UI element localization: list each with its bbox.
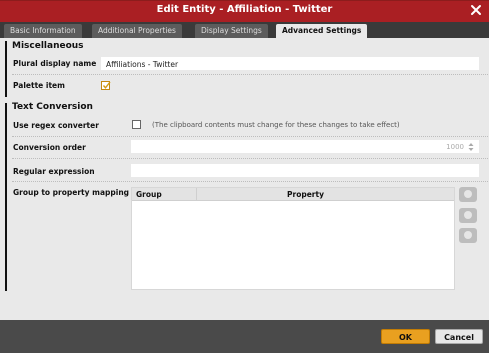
tab-bar: Basic Information Additional Properties …: [0, 22, 489, 38]
plural-display-name-label: Plural display name: [13, 59, 97, 68]
column-header-group[interactable]: Group: [136, 190, 162, 199]
use-regex-converter-checkbox[interactable]: [132, 120, 141, 129]
conversion-order-value: 1000: [446, 143, 464, 151]
tab-display-settings[interactable]: Display Settings: [195, 24, 268, 38]
remove-icon: [464, 231, 472, 239]
tab-advanced-settings[interactable]: Advanced Settings: [276, 24, 368, 38]
regular-expression-label: Regular expression: [13, 167, 95, 176]
conversion-order-stepper[interactable]: 1000: [131, 140, 479, 153]
titlebar: Edit Entity - Affiliation - Twitter: [0, 1, 489, 22]
column-header-property[interactable]: Property: [287, 190, 324, 199]
palette-item-label: Palette item: [13, 81, 65, 90]
section-bar-miscellaneous: [5, 41, 7, 97]
mapping-table[interactable]: Group Property: [131, 187, 455, 290]
tab-basic-information[interactable]: Basic Information: [4, 24, 82, 38]
text-conversion-heading: Text Conversion: [12, 102, 93, 112]
divider: [12, 181, 488, 182]
add-mapping-button[interactable]: [459, 187, 477, 202]
mapping-table-header: Group Property: [132, 188, 454, 201]
dialog-footer: OK Cancel: [0, 320, 489, 353]
column-divider: [196, 188, 197, 201]
edit-icon: [464, 211, 472, 219]
close-icon[interactable]: [469, 3, 483, 17]
remove-mapping-button[interactable]: [459, 228, 477, 243]
edit-entity-dialog: Edit Entity - Affiliation - Twitter Basi…: [0, 0, 489, 353]
section-bar-text-conversion: [5, 103, 7, 291]
plural-display-name-field[interactable]: Affiliations - Twitter: [101, 57, 479, 70]
palette-item-checkbox[interactable]: [101, 81, 111, 90]
regex-hint-text: (The clipboard contents must change for …: [152, 121, 400, 129]
advanced-settings-panel: Miscellaneous Plural display name Affili…: [0, 38, 489, 320]
conversion-order-label: Conversion order: [13, 143, 86, 152]
divider: [12, 158, 488, 159]
stepper-arrows-icon[interactable]: [468, 142, 474, 152]
regular-expression-field[interactable]: [131, 164, 479, 177]
divider: [12, 136, 488, 137]
use-regex-converter-label: Use regex converter: [13, 121, 99, 130]
add-icon: [464, 190, 472, 198]
divider: [12, 74, 488, 75]
miscellaneous-heading: Miscellaneous: [12, 41, 84, 51]
edit-mapping-button[interactable]: [459, 208, 477, 223]
ok-button[interactable]: OK: [381, 329, 430, 344]
tab-additional-properties[interactable]: Additional Properties: [92, 24, 182, 38]
cancel-button[interactable]: Cancel: [435, 329, 483, 344]
window-title: Edit Entity - Affiliation - Twitter: [156, 4, 333, 15]
group-to-property-mapping-label: Group to property mapping: [13, 188, 130, 197]
